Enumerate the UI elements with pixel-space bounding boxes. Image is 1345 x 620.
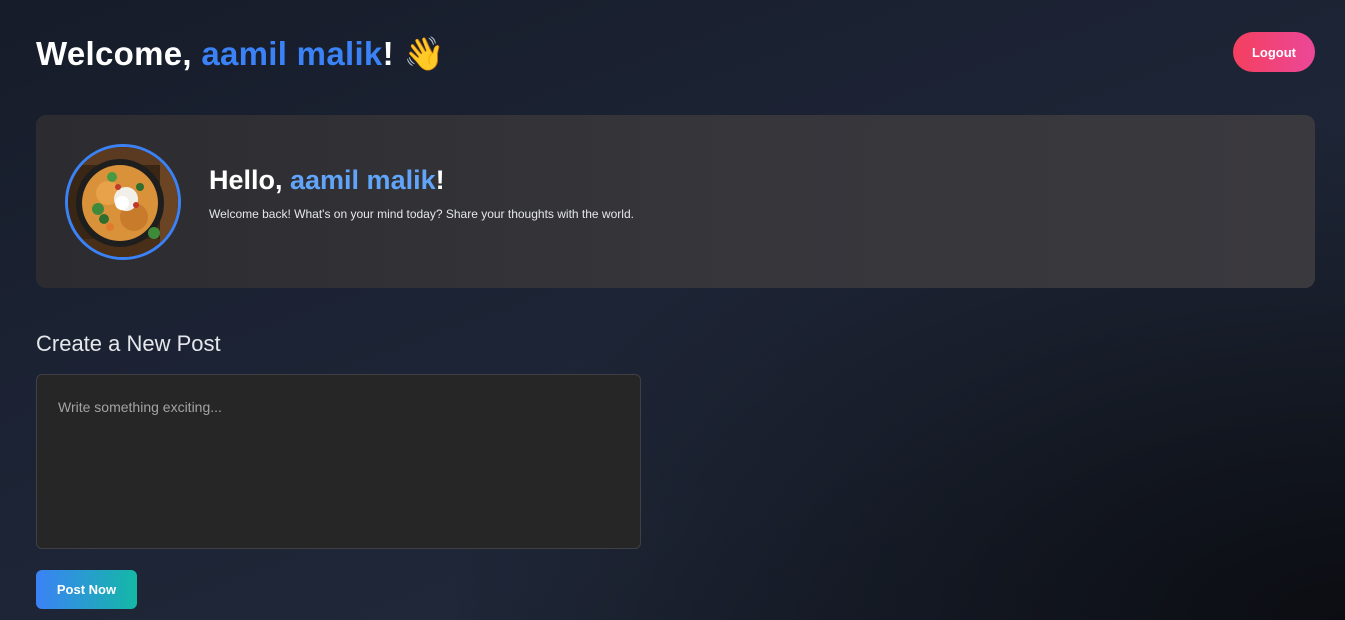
post-textarea[interactable] [36,374,641,549]
food-bowl-avatar-icon [68,147,178,257]
welcome-suffix: ! [382,35,394,72]
welcome-username: aamil malik [201,35,383,72]
post-now-button[interactable]: Post Now [36,570,137,609]
welcome-title: Welcome, aamil malik! 👋 [36,34,445,74]
welcome-prefix: Welcome, [36,35,202,72]
hello-title: Hello, aamil malik! [209,163,445,197]
dashboard-page: Welcome, aamil malik! 👋 Logout Hello, aa… [0,0,1345,620]
logout-button[interactable]: Logout [1233,32,1315,72]
hello-prefix: Hello, [209,165,291,195]
hello-username: aamil malik [290,165,436,195]
hello-subtitle: Welcome back! What's on your mind today?… [209,207,634,221]
wave-icon: 👋 [403,34,446,73]
profile-card: Hello, aamil malik! Welcome back! What's… [36,115,1315,288]
avatar[interactable] [65,144,181,260]
page-header: Welcome, aamil malik! 👋 Logout [36,32,1315,74]
hello-suffix: ! [435,165,445,195]
create-post-title: Create a New Post [36,331,221,356]
